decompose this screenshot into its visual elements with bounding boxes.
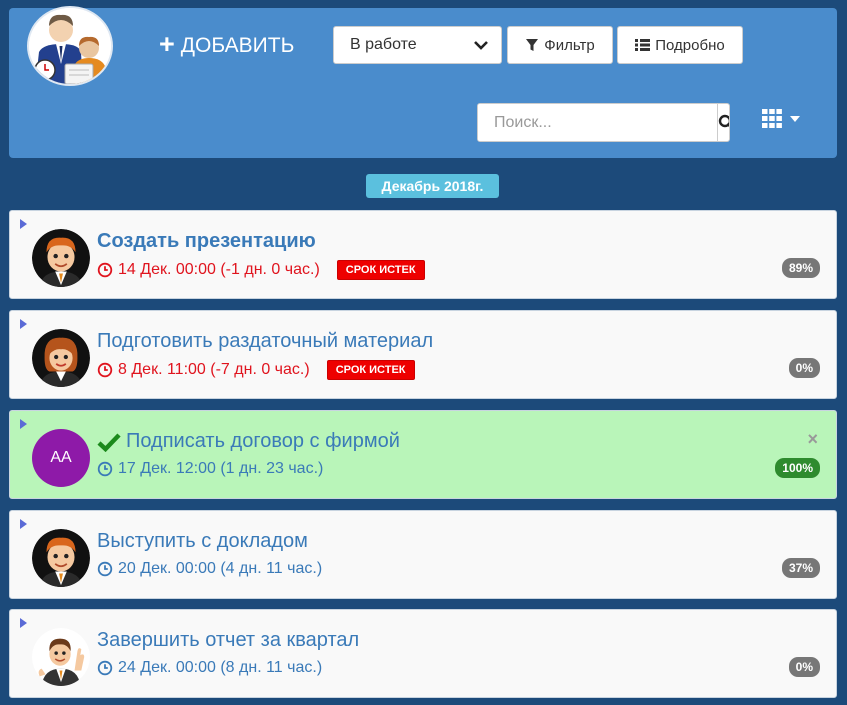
- task-card[interactable]: Завершить отчет за квартал 24 Дек. 00:00…: [9, 609, 837, 698]
- expand-triangle-icon[interactable]: [20, 519, 27, 529]
- progress-badge: 0%: [788, 358, 820, 378]
- expand-triangle-icon[interactable]: [20, 618, 27, 628]
- task-title[interactable]: Выступить с докладом: [97, 530, 308, 553]
- status-select[interactable]: В работе: [333, 26, 502, 64]
- progress-badge: 89%: [781, 258, 820, 278]
- expand-triangle-icon[interactable]: [20, 319, 27, 329]
- view-toggle-button[interactable]: [762, 109, 800, 128]
- caret-down-icon: [790, 115, 800, 122]
- task-due: 8 Дек. 11:00 (-7 дн. 0 час.) СРОК ИСТЕК: [97, 360, 415, 380]
- assignee-avatar-man: [32, 529, 90, 587]
- clock-icon: [97, 561, 113, 577]
- task-due-text: 24 Дек. 00:00 (8 дн. 11 час.): [118, 659, 323, 676]
- task-due: 14 Дек. 00:00 (-1 дн. 0 час.) СРОК ИСТЕК: [97, 260, 425, 280]
- clock-icon: [97, 660, 113, 676]
- task-card[interactable]: Выступить с докладом 20 Дек. 00:00 (4 дн…: [9, 510, 837, 599]
- assignee-avatar-businessman: [32, 628, 90, 686]
- clock-icon: [97, 262, 113, 278]
- task-due: 20 Дек. 00:00 (4 дн. 11 час.): [97, 560, 322, 578]
- chevron-down-icon: [474, 41, 488, 50]
- search-box: [477, 103, 730, 142]
- app-logo: [27, 6, 113, 86]
- task-title[interactable]: Подготовить раздаточный материал: [97, 330, 433, 353]
- progress-badge: 100%: [775, 458, 820, 478]
- task-due: 24 Дек. 00:00 (8 дн. 11 час.): [97, 659, 322, 677]
- task-due-text: 20 Дек. 00:00 (4 дн. 11 час.): [118, 560, 323, 577]
- task-card[interactable]: Создать презентацию 14 Дек. 00:00 (-1 дн…: [9, 210, 837, 299]
- assignee-avatar-woman: [32, 329, 90, 387]
- task-due-text: 14 Дек. 00:00 (-1 дн. 0 час.): [118, 261, 320, 278]
- grid-icon: [762, 109, 782, 128]
- search-input[interactable]: [478, 104, 717, 141]
- plus-icon: +: [159, 29, 175, 59]
- expand-triangle-icon[interactable]: [20, 419, 27, 429]
- clock-icon: [97, 362, 113, 378]
- overdue-badge: СРОК ИСТЕК: [326, 360, 415, 380]
- search-button[interactable]: [717, 104, 729, 141]
- close-icon[interactable]: ×: [807, 429, 818, 450]
- task-title[interactable]: Завершить отчет за квартал: [97, 629, 359, 652]
- filter-button[interactable]: Фильтр: [507, 26, 613, 64]
- filter-button-label: Фильтр: [544, 36, 595, 54]
- status-select-value: В работе: [350, 36, 417, 53]
- search-icon: [718, 114, 729, 128]
- task-title[interactable]: Подписать договор с фирмой: [97, 430, 400, 453]
- details-button-label: Подробно: [655, 36, 725, 54]
- task-due-text: 17 Дек. 12:00 (1 дн. 23 час.): [118, 460, 324, 477]
- progress-badge: 37%: [781, 558, 820, 578]
- app-header: + ДОБАВИТЬ В работе Фильтр Подробно: [9, 6, 837, 158]
- overdue-badge: СРОК ИСТЕК: [336, 260, 425, 280]
- task-due-text: 8 Дек. 11:00 (-7 дн. 0 час.): [118, 361, 310, 378]
- month-label: Декабрь 2018г.: [366, 174, 499, 198]
- task-card[interactable]: Подготовить раздаточный материал 8 Дек. …: [9, 310, 837, 399]
- task-card[interactable]: AA Подписать договор с фирмой 17 Дек. 12…: [9, 410, 837, 499]
- list-icon: [635, 39, 651, 51]
- task-due: 17 Дек. 12:00 (1 дн. 23 час.): [97, 460, 323, 478]
- assignee-avatar-initials: AA: [32, 429, 90, 487]
- progress-badge: 0%: [788, 657, 820, 677]
- add-button[interactable]: + ДОБАВИТЬ: [159, 29, 295, 59]
- add-button-label: ДОБАВИТЬ: [180, 34, 295, 57]
- clock-icon: [97, 461, 113, 477]
- checkmark-icon: [97, 432, 121, 452]
- task-title[interactable]: Создать презентацию: [97, 230, 316, 253]
- funnel-icon: [526, 39, 539, 51]
- assignee-avatar-man: [32, 229, 90, 287]
- details-button[interactable]: Подробно: [617, 26, 743, 64]
- expand-triangle-icon[interactable]: [20, 219, 27, 229]
